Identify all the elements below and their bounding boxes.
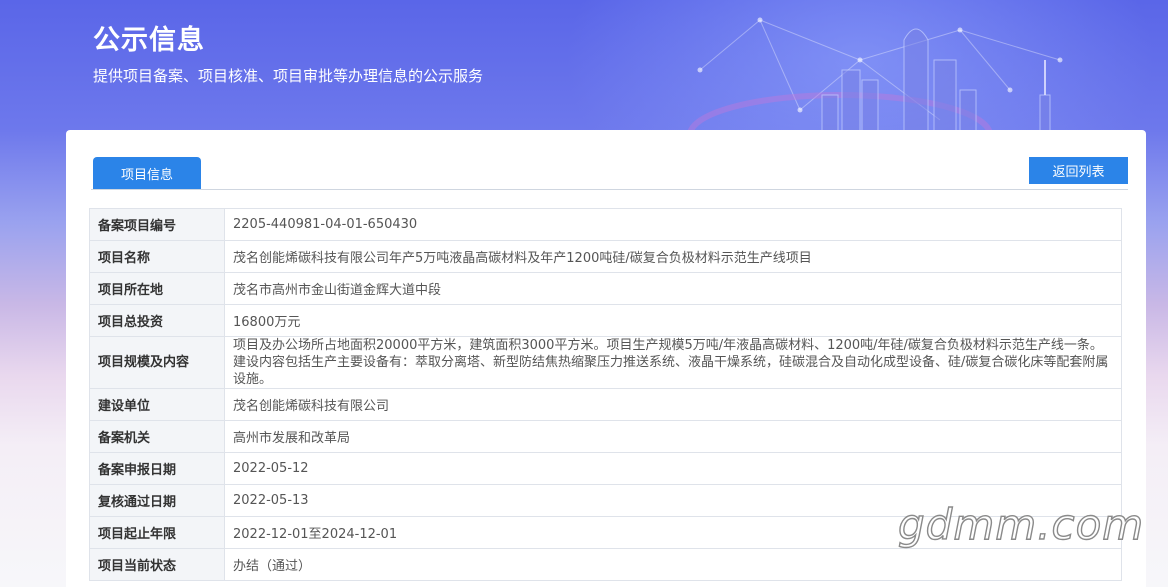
table-row: 项目所在地 茂名市高州市金山街道金辉大道中段	[89, 272, 1122, 305]
row-label: 备案项目编号	[89, 208, 225, 241]
row-label: 项目所在地	[89, 272, 225, 305]
back-to-list-button[interactable]: 返回列表	[1029, 157, 1128, 184]
row-value: 2022-05-12	[224, 452, 1122, 485]
row-value: 茂名创能烯碳科技有限公司	[224, 388, 1122, 421]
row-value: 项目及办公场所占地面积20000平方米，建筑面积3000平方米。项目生产规模5万…	[224, 336, 1122, 389]
table-row: 备案申报日期 2022-05-12	[89, 452, 1122, 485]
row-value: 茂名市高州市金山街道金辉大道中段	[224, 272, 1122, 305]
row-value: 办结（通过）	[224, 548, 1122, 581]
row-label: 复核通过日期	[89, 484, 225, 517]
table-row: 项目总投资 16800万元	[89, 304, 1122, 337]
tab-divider	[91, 189, 1128, 190]
row-label: 项目名称	[89, 240, 225, 273]
row-value: 16800万元	[224, 304, 1122, 337]
page-title: 公示信息	[93, 25, 205, 56]
row-value: 高州市发展和改革局	[224, 420, 1122, 453]
site-watermark: gdmm.com	[897, 499, 1145, 549]
page-subtitle: 提供项目备案、项目核准、项目审批等办理信息的公示服务	[93, 67, 484, 85]
tab-project-info[interactable]: 项目信息	[93, 157, 201, 190]
table-row: 建设单位 茂名创能烯碳科技有限公司	[89, 388, 1122, 421]
table-row: 项目当前状态 办结（通过）	[89, 548, 1122, 581]
row-label: 项目总投资	[89, 304, 225, 337]
table-row: 备案项目编号 2205-440981-04-01-650430	[89, 208, 1122, 241]
table-row: 备案机关 高州市发展和改革局	[89, 420, 1122, 453]
row-label: 项目当前状态	[89, 548, 225, 581]
row-value: 茂名创能烯碳科技有限公司年产5万吨液晶高碳材料及年产1200吨硅/碳复合负极材料…	[224, 240, 1122, 273]
table-row: 项目规模及内容 项目及办公场所占地面积20000平方米，建筑面积3000平方米。…	[89, 336, 1122, 389]
row-label: 建设单位	[89, 388, 225, 421]
table-row: 项目名称 茂名创能烯碳科技有限公司年产5万吨液晶高碳材料及年产1200吨硅/碳复…	[89, 240, 1122, 273]
row-value: 2205-440981-04-01-650430	[224, 208, 1122, 241]
row-label: 备案机关	[89, 420, 225, 453]
row-label: 项目规模及内容	[89, 336, 225, 389]
row-label: 备案申报日期	[89, 452, 225, 485]
row-label: 项目起止年限	[89, 516, 225, 549]
